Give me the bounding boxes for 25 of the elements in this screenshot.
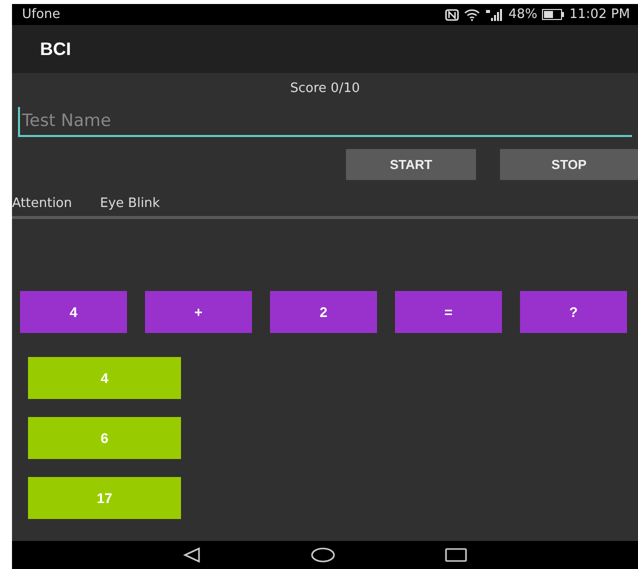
- nfc-icon: [445, 8, 460, 20]
- equation-tile: 4: [20, 291, 127, 333]
- clock: 11:02 PM: [569, 7, 630, 22]
- equation-tile: =: [395, 291, 502, 333]
- equation-tile: ?: [520, 291, 627, 333]
- equation-tile: 2: [270, 291, 377, 333]
- control-button[interactable]: STOP: [500, 149, 638, 180]
- answer-button[interactable]: 17: [28, 477, 181, 519]
- back-icon[interactable]: [183, 547, 201, 563]
- app-title: BCI: [40, 38, 71, 60]
- equation-tile: +: [145, 291, 252, 333]
- metric-label: Attention: [12, 196, 72, 211]
- answer-button[interactable]: 6: [28, 417, 181, 459]
- wifi-icon: [464, 8, 480, 20]
- signal-icon: [485, 8, 504, 20]
- test-name-field[interactable]: Test Name: [18, 107, 632, 137]
- home-icon[interactable]: [311, 547, 335, 563]
- battery-percent: 48%: [508, 7, 538, 22]
- score-text: Score 0/10: [290, 81, 360, 98]
- answer-button[interactable]: 4: [28, 357, 181, 399]
- control-button[interactable]: START: [346, 149, 476, 180]
- metric-label: Eye Blink: [100, 196, 160, 211]
- battery-icon: [542, 9, 564, 20]
- carrier-name: Ufone: [22, 7, 60, 22]
- recents-icon[interactable]: [445, 547, 467, 563]
